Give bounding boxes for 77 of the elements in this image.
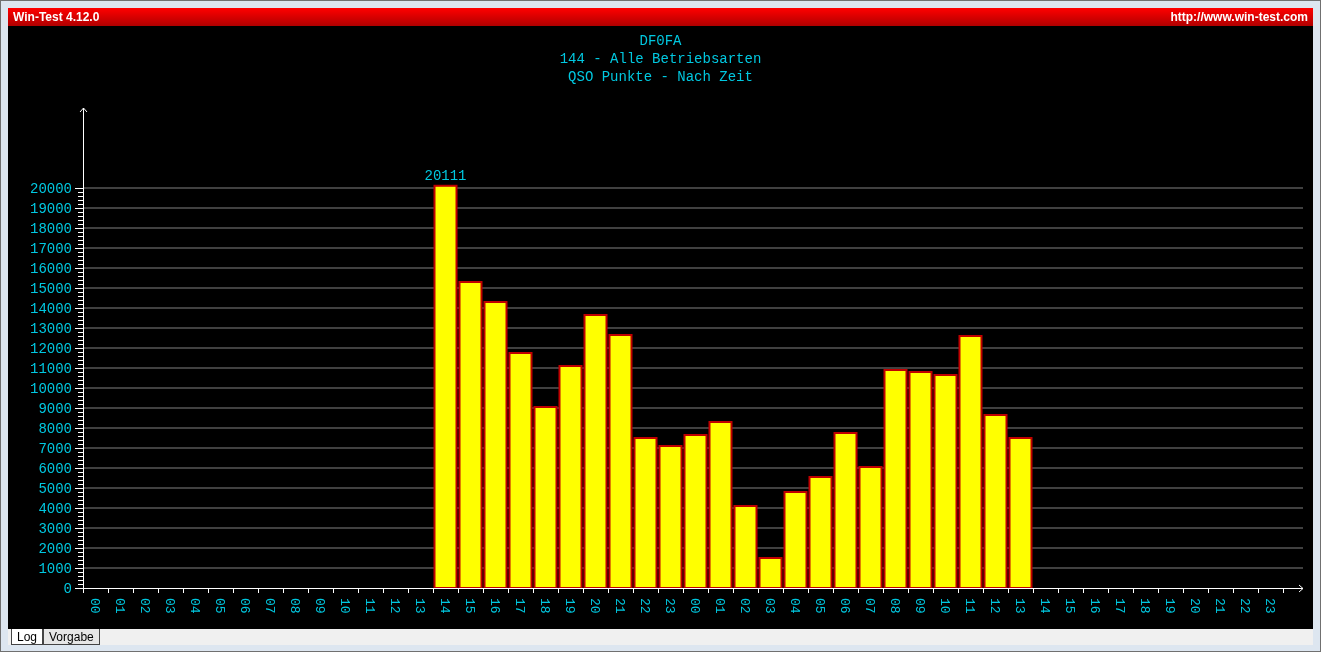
y-axis-label: 13000	[30, 321, 72, 337]
x-axis-label: 18	[1137, 598, 1152, 614]
x-axis-label: 15	[462, 598, 477, 614]
x-axis-label: 19	[1162, 598, 1177, 614]
x-axis-label: 09	[312, 598, 327, 614]
x-axis-label: 20	[1187, 598, 1202, 614]
y-axis-label: 0	[63, 581, 72, 597]
tab[interactable]: Log	[11, 629, 44, 645]
x-axis-label: 12	[987, 598, 1002, 614]
y-axis-label: 5000	[38, 481, 72, 497]
x-axis-label: 13	[1012, 598, 1027, 614]
y-axis-label: 9000	[38, 401, 72, 417]
y-axis-label: 17000	[30, 241, 72, 257]
x-axis-label: 02	[137, 598, 152, 614]
x-axis-label: 06	[237, 598, 252, 614]
x-axis-label: 08	[887, 598, 902, 614]
x-axis-label: 16	[1087, 598, 1102, 614]
y-axis-label: 3000	[38, 521, 72, 537]
x-axis-label: 22	[1237, 598, 1252, 614]
x-axis-label: 21	[612, 598, 627, 614]
x-axis-label: 11	[962, 598, 977, 614]
x-axis-label: 01	[712, 598, 727, 614]
y-axis-label: 16000	[30, 261, 72, 277]
value-label: 20111	[424, 167, 467, 184]
y-axis-label: 10000	[30, 381, 72, 397]
y-axis-label: 20000	[30, 181, 72, 197]
x-axis-label: 17	[512, 598, 527, 614]
x-axis-label: 17	[1112, 598, 1127, 614]
x-axis-label: 16	[487, 598, 502, 614]
y-axis-label: 7000	[38, 441, 72, 457]
x-axis-label: 10	[337, 598, 352, 614]
x-axis-label: 04	[787, 598, 802, 614]
y-axis-label: 15000	[30, 281, 72, 297]
x-axis-label: 07	[862, 598, 877, 614]
x-axis-label: 07	[262, 598, 277, 614]
y-axis-label: 18000	[30, 221, 72, 237]
x-axis-label: 05	[212, 598, 227, 614]
x-axis-label: 11	[362, 598, 377, 614]
website-url: http://www.win-test.com	[1170, 10, 1308, 24]
x-axis-label: 02	[737, 598, 752, 614]
tab[interactable]: Vorgabe	[43, 629, 100, 645]
x-axis-label: 18	[537, 598, 552, 614]
x-axis-label: 20	[587, 598, 602, 614]
x-axis-label: 10	[937, 598, 952, 614]
window-title: Win-Test 4.12.0	[13, 10, 100, 24]
x-axis-label: 01	[112, 598, 127, 614]
y-axis-label: 4000	[38, 501, 72, 517]
y-axis-label: 12000	[30, 341, 72, 357]
x-axis-label: 06	[837, 598, 852, 614]
y-axis-label: 2000	[38, 541, 72, 557]
chart-title: 144 - Alle Betriebsarten	[559, 50, 762, 68]
x-axis-label: 08	[287, 598, 302, 614]
x-axis-label: 03	[762, 598, 777, 614]
y-axis-label: 8000	[38, 421, 72, 437]
x-axis-label: 09	[912, 598, 927, 614]
x-axis-label: 00	[687, 598, 702, 614]
y-axis-label: 11000	[30, 361, 72, 377]
x-axis-label: 22	[637, 598, 652, 614]
x-axis-label: 05	[812, 598, 827, 614]
x-axis-label: 23	[662, 598, 677, 614]
x-axis-label: 04	[187, 598, 202, 614]
chart-title: QSO Punkte - Nach Zeit	[568, 68, 753, 86]
x-axis-label: 19	[562, 598, 577, 614]
chart-title: DF0FA	[639, 32, 682, 50]
x-axis-label: 13	[412, 598, 427, 614]
y-axis-label: 6000	[38, 461, 72, 477]
x-axis-label: 14	[1037, 598, 1052, 614]
y-axis-label: 19000	[30, 201, 72, 217]
x-axis-label: 12	[387, 598, 402, 614]
x-axis-label: 21	[1212, 598, 1227, 614]
x-axis-label: 00	[87, 598, 102, 614]
x-axis-label: 03	[162, 598, 177, 614]
x-axis-label: 15	[1062, 598, 1077, 614]
x-axis-label: 23	[1262, 598, 1277, 614]
y-axis-label: 1000	[38, 561, 72, 577]
y-axis-label: 14000	[30, 301, 72, 317]
x-axis-label: 14	[437, 598, 452, 614]
